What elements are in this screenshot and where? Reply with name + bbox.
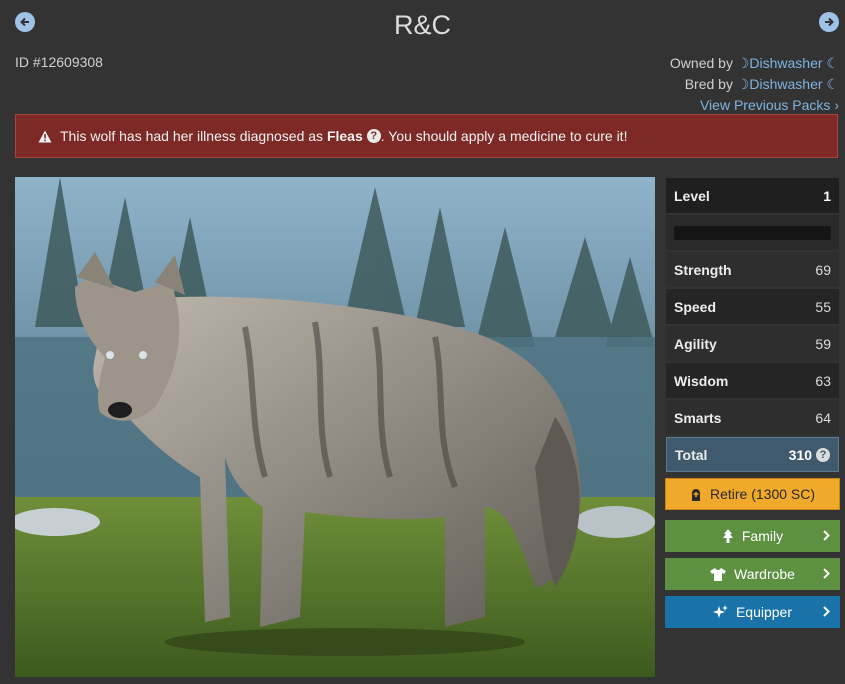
- chevron-right-icon: [823, 530, 830, 541]
- owned-by-line: Owned by ☽Dishwasher ☾: [670, 53, 839, 74]
- stat-level: Level 1: [666, 178, 839, 213]
- wolf-id: ID #12609308: [15, 54, 103, 70]
- tombstone-icon: [690, 488, 702, 501]
- stat-label: Total: [675, 446, 708, 463]
- sparkles-icon: [712, 605, 728, 619]
- stat-value: 59: [815, 335, 831, 352]
- arrow-right-icon: [825, 17, 834, 27]
- tree-icon: [722, 529, 734, 543]
- chevron-right-icon: ›: [834, 97, 839, 113]
- breeder-link[interactable]: Dishwasher: [749, 76, 822, 92]
- chevron-right-icon: [823, 568, 830, 579]
- stat-wisdom: Wisdom 63: [666, 363, 839, 398]
- illness-name: Fleas: [326, 128, 363, 144]
- stat-value: 1: [823, 187, 831, 204]
- stat-agility: Agility 59: [666, 326, 839, 361]
- illness-alert: This wolf has had her illness diagnosed …: [15, 114, 838, 158]
- next-wolf-button[interactable]: [819, 12, 839, 32]
- stat-label: Strength: [674, 261, 732, 278]
- wardrobe-button[interactable]: Wardrobe: [665, 558, 840, 590]
- stat-label: Wisdom: [674, 372, 729, 389]
- wardrobe-label: Wardrobe: [734, 566, 795, 582]
- retire-label: Retire (1300 SC): [709, 486, 816, 502]
- view-previous-packs-link[interactable]: View Previous Packs ›: [670, 95, 839, 116]
- stat-value: 64: [815, 409, 831, 426]
- stat-smarts: Smarts 64: [666, 400, 839, 435]
- moon-icon: ☽: [736, 55, 750, 71]
- alert-suffix: . You should apply a medicine to cure it…: [380, 128, 628, 144]
- chevron-right-icon: [823, 606, 830, 617]
- equipper-label: Equipper: [735, 604, 793, 620]
- warning-icon: [38, 130, 52, 142]
- bred-by-line: Bred by ☽Dishwasher ☾: [670, 74, 839, 95]
- page-title: R&C: [393, 10, 451, 40]
- stats-panel: Level 1 Strength 69 Speed 55 Agility 59 …: [666, 178, 839, 474]
- help-icon[interactable]: ?: [366, 129, 381, 143]
- moon-icon: ☾: [822, 55, 839, 71]
- stat-label: Speed: [674, 298, 717, 315]
- stat-strength: Strength 69: [666, 252, 839, 287]
- help-icon[interactable]: ?: [816, 447, 830, 462]
- ownership-info: Owned by ☽Dishwasher ☾ Bred by ☽Dishwash…: [670, 53, 839, 116]
- view-previous-packs-label[interactable]: View Previous Packs: [700, 97, 830, 113]
- experience-bar: [674, 225, 831, 240]
- stat-speed: Speed 55: [666, 289, 839, 324]
- family-label: Family: [741, 528, 784, 544]
- moon-icon: ☽: [736, 76, 750, 92]
- moon-icon: ☾: [822, 76, 839, 92]
- stat-value: 55: [815, 298, 831, 315]
- stat-value: 63: [815, 372, 831, 389]
- bred-by-label: Bred by: [684, 76, 733, 92]
- stat-label: Level: [674, 187, 710, 204]
- stat-label: Smarts: [674, 409, 722, 426]
- retire-button[interactable]: Retire (1300 SC): [665, 478, 840, 510]
- stat-value: 310: [788, 446, 812, 463]
- stat-label: Agility: [674, 335, 717, 352]
- owner-link[interactable]: Dishwasher: [749, 55, 822, 71]
- shirt-icon: [710, 567, 727, 581]
- owned-by-label: Owned by: [669, 55, 733, 71]
- equipper-button[interactable]: Equipper: [665, 596, 840, 628]
- alert-prefix: This wolf has had her illness diagnosed …: [60, 128, 324, 144]
- stat-total: Total 310?: [666, 437, 839, 472]
- wolf-image: [15, 177, 655, 677]
- family-button[interactable]: Family: [665, 520, 840, 552]
- experience-bar-row: [666, 215, 839, 250]
- stat-value: 69: [815, 261, 831, 278]
